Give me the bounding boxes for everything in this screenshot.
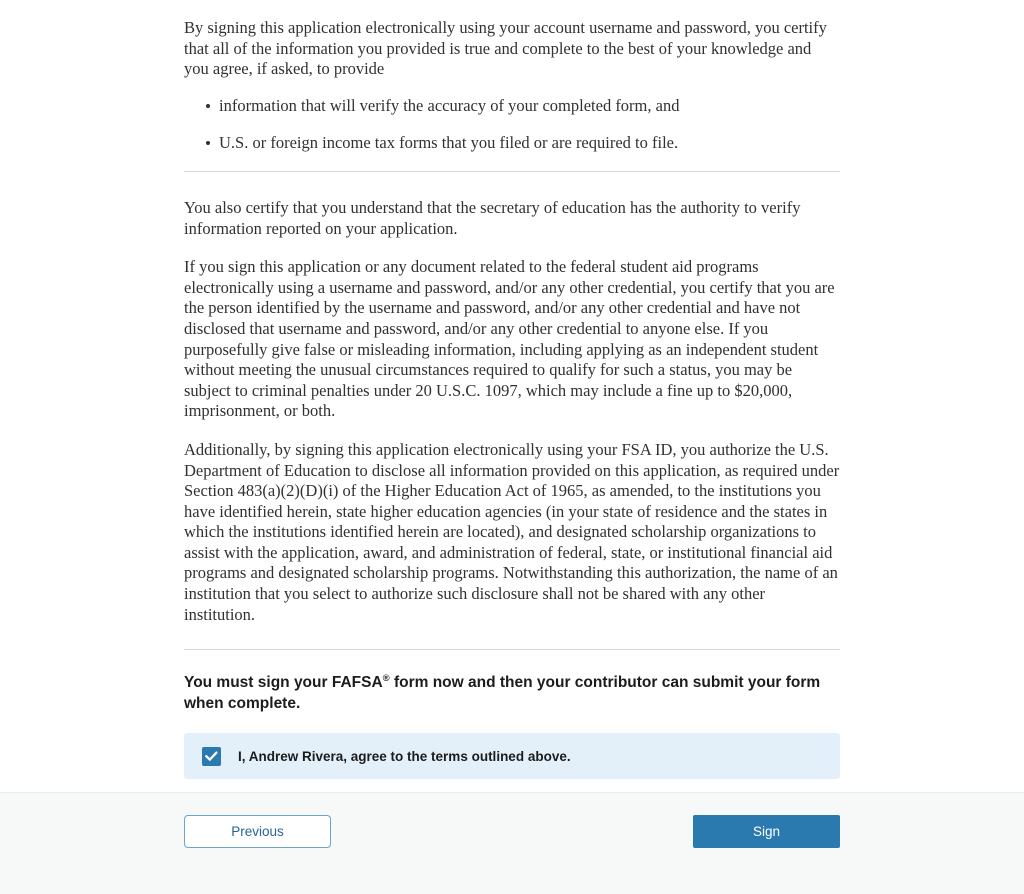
certify-paragraph: You also certify that you understand tha… xyxy=(184,197,801,238)
checkmark-icon xyxy=(205,751,218,761)
content-area: By signing this application electronical… xyxy=(0,0,1024,792)
previous-button[interactable]: Previous xyxy=(184,815,331,848)
registered-trademark-icon: ® xyxy=(382,673,390,685)
agreement-panel: I, Andrew Rivera, agree to the terms out… xyxy=(184,733,840,780)
sign-button[interactable]: Sign xyxy=(693,815,840,848)
disclosure-paragraph: Additionally, by signing this applicatio… xyxy=(184,439,840,624)
penalties-paragraph: If you sign this application or any docu… xyxy=(184,257,835,421)
list-item: U.S. or foreign income tax forms that yo… xyxy=(184,133,840,154)
footer-bar: Previous Sign xyxy=(0,792,1024,894)
divider-bottom xyxy=(184,649,840,651)
list-item: information that will verify the accurac… xyxy=(184,96,840,117)
sign-heading-text-before: You must sign your FAFSA xyxy=(184,674,383,692)
intro-paragraph: By signing this application electronical… xyxy=(184,18,827,79)
agree-checkbox[interactable] xyxy=(202,746,221,766)
agree-checkbox-label[interactable]: I, Andrew Rivera, agree to the terms out… xyxy=(238,749,571,764)
sign-instruction-heading: You must sign your FAFSA® form now and t… xyxy=(184,672,840,714)
certification-bullet-list: information that will verify the accurac… xyxy=(184,96,840,154)
signature-page: By signing this application electronical… xyxy=(0,0,1024,894)
